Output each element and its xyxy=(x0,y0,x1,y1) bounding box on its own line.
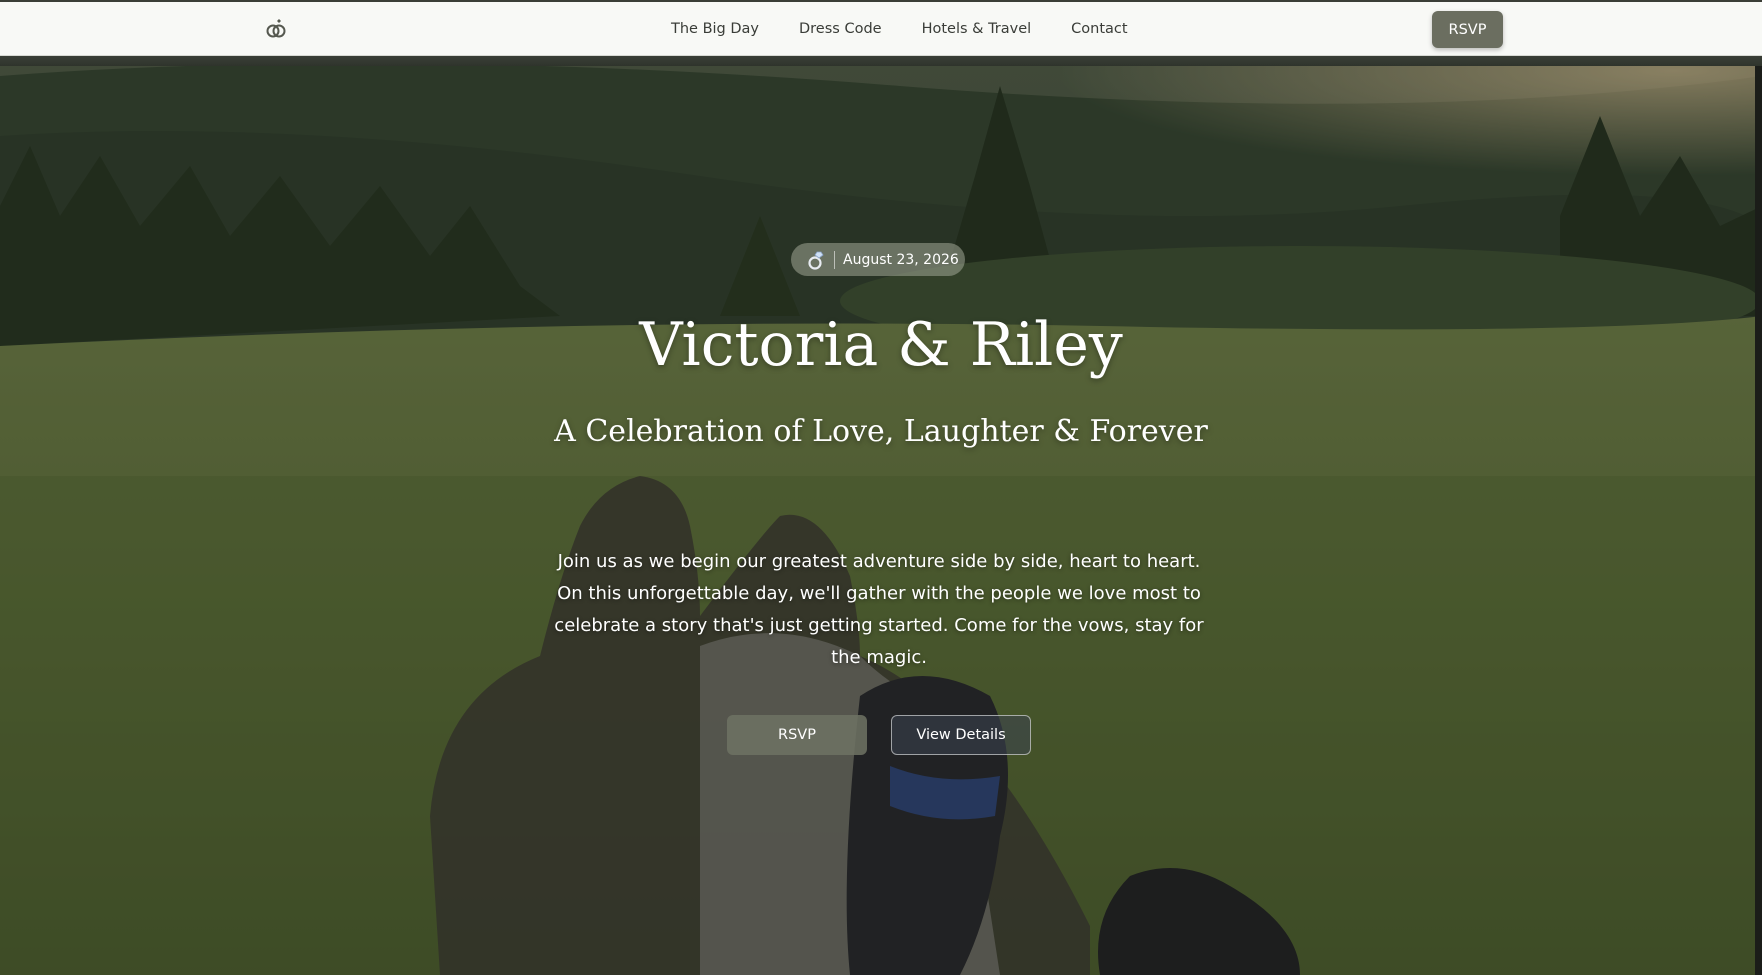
nav-rsvp-button[interactable]: RSVP xyxy=(1432,11,1503,48)
nav-link-contact[interactable]: Contact xyxy=(1071,21,1127,37)
wedding-date: August 23, 2026 xyxy=(843,251,959,268)
wedding-rings-icon[interactable] xyxy=(265,18,287,40)
hero-intro-text: Join us as we begin our greatest adventu… xyxy=(554,551,1204,668)
nav-link-big-day[interactable]: The Big Day xyxy=(671,21,759,37)
wedding-date-badge: August 23, 2026 xyxy=(791,243,965,276)
main-nav: The Big Day Dress Code Hotels & Travel C… xyxy=(671,2,1168,56)
nav-link-hotels-travel[interactable]: Hotels & Travel xyxy=(922,21,1032,37)
top-navbar: The Big Day Dress Code Hotels & Travel C… xyxy=(0,0,1762,56)
nav-link-dress-code[interactable]: Dress Code xyxy=(799,21,882,37)
ring-icon xyxy=(808,251,824,270)
hero-rsvp-button[interactable]: RSVP xyxy=(727,715,867,755)
badge-divider xyxy=(834,250,835,269)
nav-divider xyxy=(0,56,1762,66)
page-scrollbar[interactable] xyxy=(1755,56,1762,975)
hero-dim-overlay xyxy=(0,56,1762,975)
couple-names-title: Victoria & Riley xyxy=(639,310,1123,380)
hero-section xyxy=(0,56,1762,975)
hero-subtitle: A Celebration of Love, Laughter & Foreve… xyxy=(554,414,1208,449)
view-details-button[interactable]: View Details xyxy=(891,715,1031,755)
